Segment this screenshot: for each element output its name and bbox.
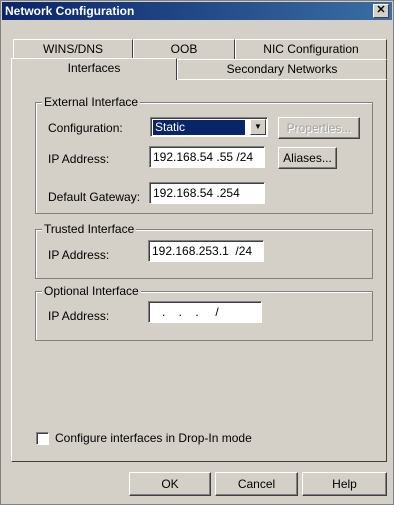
tab-oob[interactable]: OOB xyxy=(133,39,235,59)
external-ip-field[interactable]: 192.168.54 .55 /24 xyxy=(149,146,265,168)
optional-ip-field[interactable]: . . . / xyxy=(148,301,262,323)
window-title: Network Configuration xyxy=(5,4,135,18)
tab-nic-configuration[interactable]: NIC Configuration xyxy=(235,39,387,59)
dropin-mode-checkbox[interactable] xyxy=(36,432,49,445)
external-ip-label: IP Address: xyxy=(48,152,110,166)
tab-secondary-networks[interactable]: Secondary Networks xyxy=(177,59,387,79)
trusted-interface-legend: Trusted Interface xyxy=(42,222,137,236)
help-button[interactable]: Help xyxy=(302,472,387,496)
interfaces-panel: External Interface Configuration: Static… xyxy=(11,79,387,462)
default-gateway-field[interactable]: 192.168.54 .254 xyxy=(149,182,265,204)
dropin-mode-label: Configure interfaces in Drop-In mode xyxy=(55,431,252,445)
trusted-ip-label: IP Address: xyxy=(48,248,110,262)
network-configuration-window: Network Configuration ✕ WINS/DNS OOB NIC… xyxy=(0,0,394,505)
trusted-interface-group: Trusted Interface IP Address: 192.168.25… xyxy=(35,222,373,279)
optional-ip-label: IP Address: xyxy=(48,309,110,323)
tab-wins-dns[interactable]: WINS/DNS xyxy=(13,39,133,59)
close-icon[interactable]: ✕ xyxy=(373,4,389,18)
configuration-selected-value: Static xyxy=(153,120,245,135)
chevron-down-icon[interactable]: ▼ xyxy=(250,119,266,135)
optional-interface-group: Optional Interface IP Address: . . . / xyxy=(35,284,373,341)
configuration-select[interactable]: Static ▼ xyxy=(150,117,268,137)
tab-interfaces[interactable]: Interfaces xyxy=(11,58,177,80)
cancel-button[interactable]: Cancel xyxy=(215,472,298,496)
title-bar: Network Configuration ✕ xyxy=(2,2,392,20)
configuration-label: Configuration: xyxy=(48,121,123,135)
external-interface-legend: External Interface xyxy=(42,95,141,109)
external-interface-group: External Interface Configuration: Static… xyxy=(35,95,373,214)
trusted-ip-field[interactable]: 192.168.253.1 /24 xyxy=(148,240,264,262)
aliases-button[interactable]: Aliases... xyxy=(278,147,337,169)
default-gateway-label: Default Gateway: xyxy=(48,190,141,204)
properties-button[interactable]: Properties... xyxy=(278,117,360,139)
ok-button[interactable]: OK xyxy=(129,472,211,496)
optional-interface-legend: Optional Interface xyxy=(42,284,141,298)
